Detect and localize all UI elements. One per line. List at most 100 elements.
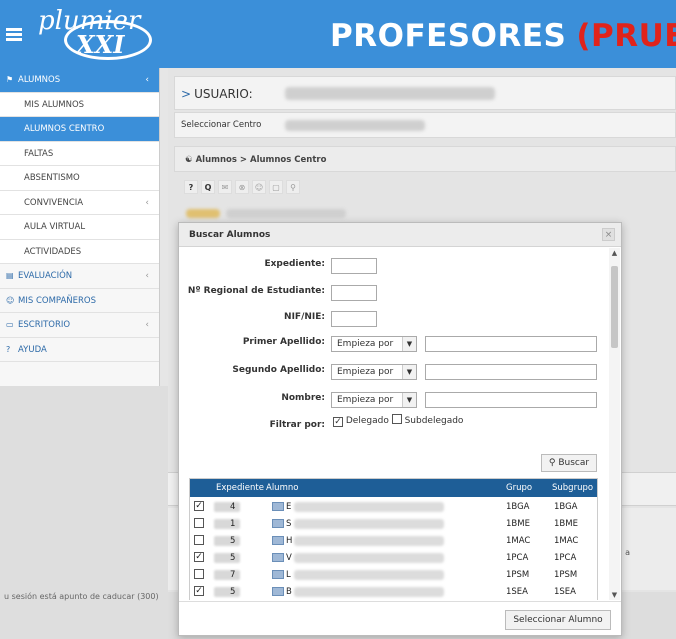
plumier-logo[interactable]: plumier XXI [28,4,158,64]
alumno-name-redacted [294,536,444,546]
row-checkbox[interactable] [194,569,204,579]
sidebar-item-escritorio[interactable]: ▭ ESCRITORIO ‹ [0,313,159,338]
alumno-name-redacted [294,587,444,597]
sidebar-item-mis-compañeros[interactable]: ☺ MIS COMPAÑEROS [0,289,159,313]
sidebar-item-ayuda[interactable]: ? AYUDA [0,338,159,362]
scroll-down-icon[interactable]: ▼ [609,590,620,600]
close-icon[interactable]: × [602,228,615,241]
graduation-cap-icon: ⚑ [6,75,14,84]
sidebar-item-label: ESCRITORIO [18,320,71,330]
chevron-right-icon: > [181,87,192,101]
col-subgrupo[interactable]: Subgrupo [552,483,593,493]
col-alumno[interactable]: Alumno [266,483,298,493]
apellido1-match-value: Empieza por [337,339,394,349]
row-checkbox[interactable]: ✓ [194,501,204,511]
subdelegado-checkbox[interactable] [391,414,402,424]
sidebar-item-label: AULA VIRTUAL [24,222,86,232]
row-grupo: 1BGA [506,502,530,512]
usuario-name-redacted [285,87,495,100]
table-row[interactable]: ✓ 5 B 1SEA 1SEA [190,584,597,600]
col-grupo[interactable]: Grupo [506,483,532,493]
expediente-redacted [214,536,240,546]
filtrar-row: Filtrar por: [179,420,325,436]
chevron-left-icon: ‹ [145,320,149,330]
nombre-input[interactable] [425,392,597,408]
search-icon[interactable]: Q [201,180,215,194]
centro-panel[interactable]: Seleccionar Centro [174,112,676,138]
toolbar: ? Q ✉ ⊗ ☺ ▢ ⚲ [184,180,300,196]
chevron-down-icon: ▼ [402,393,416,407]
document-icon[interactable]: ▢ [269,180,283,194]
sidebar-item-actividades[interactable]: ACTIVIDADES [0,239,159,264]
table-row[interactable]: ✓ 4 E 1BGA 1BGA [190,499,597,515]
delegado-checkbox[interactable]: ✓ [333,417,343,427]
apellido1-input[interactable] [425,336,597,352]
key-icon[interactable]: ⚲ [286,180,300,194]
tree-node-redacted [226,209,346,218]
sidebar-item-label: MIS ALUMNOS [24,99,85,110]
sidebar-item-label: ALUMNOS [18,75,61,85]
nombre-match-select[interactable]: Empieza por ▼ [331,392,417,408]
dialog-title: Buscar Alumnos [189,230,271,240]
sidebar-item-alumnos-centro[interactable]: ALUMNOS CENTRO [0,117,159,142]
nif-input[interactable] [331,311,377,327]
tree-row[interactable] [186,208,386,220]
scroll-thumb[interactable] [611,266,618,348]
apellido1-match-select[interactable]: Empieza por ▼ [331,336,417,352]
table-row[interactable]: 7 L 1PSM 1PSM [190,567,597,583]
col-expediente[interactable]: Expediente [216,483,264,493]
buscar-button[interactable]: ⚲ Buscar [541,454,597,472]
row-subgrupo: 1PSM [554,570,578,580]
mail-icon[interactable]: ✉ [218,180,232,194]
expediente-input[interactable] [331,258,377,274]
menu-icon[interactable] [6,28,22,42]
row-expediente: 1 [230,519,236,529]
sidebar-item-alumnos[interactable]: ⚑ ALUMNOS ‹ [0,68,159,93]
row-subgrupo: 1BME [554,519,578,529]
help-icon[interactable]: ? [184,180,198,194]
student-card-icon [272,536,284,545]
sidebar-item-convivencia[interactable]: CONVIVENCIA ‹ [0,190,159,215]
apellido2-input[interactable] [425,364,597,380]
expediente-redacted [214,553,240,563]
sidebar-item-mis-alumnos[interactable]: MIS ALUMNOS [0,92,159,117]
row-checkbox[interactable]: ✓ [194,586,204,596]
dialog-scrollbar[interactable]: ▲ ▼ [609,248,620,600]
block-icon[interactable]: ⊗ [235,180,249,194]
breadcrumb-panel: ☯ Alumnos > Alumnos Centro [174,146,676,172]
users-icon: ☺ [6,295,15,305]
seleccionar-alumno-button[interactable]: Seleccionar Alumno [505,610,611,630]
sidebar-item-absentismo[interactable]: ABSENTISMO [0,166,159,191]
sidebar: ⚑ ALUMNOS ‹ MIS ALUMNOS ALUMNOS CENTRO FALTAS… [0,68,160,386]
dialog-footer: Seleccionar Alumno [179,601,621,635]
row-alumno-initial: L [286,570,291,580]
row-expediente: 5 [230,536,236,546]
table-row[interactable]: 1 S 1BME 1BME [190,516,597,532]
dialog-header[interactable]: Buscar Alumnos × [179,223,621,247]
alumno-name-redacted [294,570,444,580]
sidebar-item-faltas[interactable]: FALTAS [0,141,159,166]
app-header: plumier XXI PROFESORES (PRUE [0,0,676,68]
breadcrumb-text: Alumnos > Alumnos Centro [195,155,327,165]
sidebar-item-aula-virtual[interactable]: AULA VIRTUAL [0,215,159,240]
table-row[interactable]: 5 H 1MAC 1MAC [190,533,597,549]
table-row[interactable]: ✓ 5 V 1PCA 1PCA [190,550,597,566]
nre-input[interactable] [331,285,377,301]
row-checkbox[interactable] [194,535,204,545]
row-checkbox[interactable] [194,518,204,528]
sidebar-item-evaluación[interactable]: ▤ EVALUACIÓN ‹ [0,264,159,289]
left-strip [0,386,168,639]
breadcrumb: ☯ Alumnos > Alumnos Centro [185,155,327,165]
row-subgrupo: 1SEA [554,587,576,597]
student-card-icon [272,553,284,562]
scroll-up-icon[interactable]: ▲ [609,248,620,258]
row-grupo: 1SEA [506,587,528,597]
row-alumno-initial: H [286,536,293,546]
nombre-row: Nombre: [179,393,325,409]
chevron-down-icon: ▼ [402,337,416,351]
row-checkbox[interactable]: ✓ [194,552,204,562]
chat-icon[interactable]: ☺ [252,180,266,194]
row-subgrupo: 1MAC [554,536,579,546]
apellido2-match-select[interactable]: Empieza por ▼ [331,364,417,380]
sidebar-item-label: CONVIVENCIA [24,197,84,208]
